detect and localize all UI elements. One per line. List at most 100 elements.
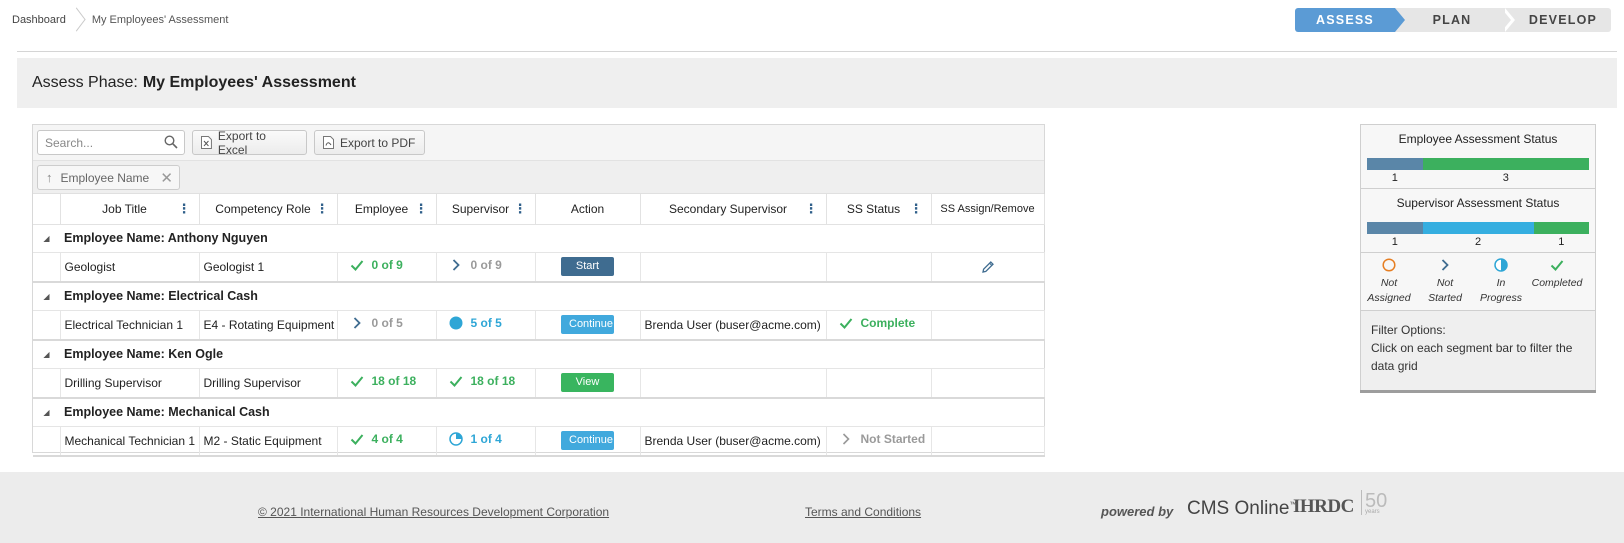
copyright-link[interactable]: © 2021 International Human Resources Dev… — [258, 505, 609, 519]
export-excel-button[interactable]: Export to Excel — [192, 129, 307, 157]
supervisor-status-segment-label: 2 — [1474, 236, 1482, 248]
column-header-label: Competency Role — [215, 201, 311, 216]
column-header-secondary-supervisor[interactable]: Secondary Supervisor ⋮ — [640, 194, 827, 225]
group-row: ◢ Employee Name: Mechanical Cash — [33, 398, 1044, 427]
supervisor-status-title: Supervisor Assessment Status — [1396, 196, 1560, 210]
phase-develop[interactable]: DEVELOP — [1503, 8, 1611, 32]
page-title-prefix: Assess Phase: — [32, 74, 138, 91]
open-circle-icon — [1382, 258, 1396, 272]
legend-not-started: Not Started — [1417, 253, 1473, 310]
action-cell: Continue — [535, 426, 641, 457]
employee-status-bar — [1367, 158, 1589, 170]
continue-button[interactable]: Continue — [561, 431, 614, 451]
header-divider — [17, 51, 1617, 52]
supervisor-status[interactable]: 0 of 9 — [441, 258, 502, 272]
phase-label: ASSESS — [1316, 13, 1374, 27]
employee-status-cell: 4 of 4 — [337, 426, 437, 457]
supervisor-status-segment-label: 1 — [1558, 236, 1565, 248]
employee-status-segment[interactable] — [1422, 158, 1589, 170]
employee-status[interactable]: 4 of 4 — [342, 432, 403, 446]
column-header-ss-status[interactable]: SS Status ⋮ — [826, 194, 932, 225]
view-button[interactable]: View — [561, 373, 614, 393]
job-title-cell: Mechanical Technician 1 — [60, 426, 200, 457]
employee-status[interactable]: 18 of 18 — [342, 374, 416, 388]
column-menu-icon[interactable]: ⋮ — [514, 202, 527, 215]
terms-link[interactable]: Terms and Conditions — [805, 505, 921, 519]
breadcrumb-dashboard-link[interactable]: Dashboard — [12, 14, 66, 26]
column-header-action: Action — [535, 194, 641, 225]
phase-plan[interactable]: PLAN — [1395, 8, 1515, 32]
ss-assign-cell — [931, 426, 1045, 457]
legend-label: Completed — [1531, 277, 1583, 289]
filter-options-title: Filter Options: — [1371, 323, 1446, 337]
chevron-right-icon — [452, 259, 460, 271]
powered-by-text: powered by — [1101, 504, 1174, 519]
column-header-supervisor[interactable]: Supervisor ⋮ — [436, 194, 536, 225]
row-gutter — [33, 310, 61, 341]
pencil-icon[interactable] — [981, 260, 995, 274]
column-menu-icon[interactable]: ⋮ — [316, 202, 329, 215]
competency-role-cell: Geologist 1 — [199, 252, 338, 283]
column-header-job-title[interactable]: Job Title ⋮ — [60, 194, 200, 225]
ss-status: Complete — [831, 316, 916, 331]
column-header-employee[interactable]: Employee ⋮ — [337, 194, 437, 225]
search-input[interactable]: Search... — [37, 130, 185, 155]
group-by-chip[interactable]: ↑ Employee Name ✕ — [37, 165, 180, 190]
quarter-pie-icon — [448, 432, 463, 446]
group-row: ◢ Employee Name: Electrical Cash — [33, 282, 1044, 311]
job-title-cell: Geologist — [60, 252, 200, 283]
employee-status[interactable]: 0 of 9 — [342, 258, 403, 272]
supervisor-status-segment[interactable] — [1533, 222, 1589, 234]
chevron-right-icon — [1441, 259, 1449, 271]
employee-status-text: 0 of 9 — [371, 258, 403, 273]
column-menu-icon[interactable]: ⋮ — [910, 202, 923, 215]
phase-steps: ASSESS PLAN DEVELOP — [1295, 8, 1611, 32]
status-legend: Not Assigned Not Started In Progress Com… — [1361, 253, 1595, 311]
competency-role-cell: E4 - Rotating Equipment — [199, 310, 338, 341]
column-menu-icon[interactable]: ⋮ — [178, 202, 191, 215]
employee-status[interactable]: 0 of 5 — [342, 316, 403, 330]
supervisor-status-cell: 1 of 4 — [436, 426, 536, 457]
ss-status-text: Complete — [860, 316, 916, 331]
employee-status-cell: 18 of 18 — [337, 368, 437, 399]
supervisor-status-text: 0 of 9 — [470, 258, 502, 273]
supervisor-status[interactable]: 18 of 18 — [441, 374, 516, 389]
supervisor-status[interactable]: 5 of 5 — [441, 316, 502, 330]
table-row: Geologist Geologist 1 0 of 9 0 of 9 Star… — [33, 252, 1045, 283]
export-pdf-button[interactable]: Export to PDF — [314, 130, 425, 155]
search-icon[interactable] — [164, 135, 178, 149]
ss-status-cell: Not Started — [826, 426, 932, 457]
phase-label: PLAN — [1432, 13, 1472, 27]
table-row: Mechanical Technician 1 M2 - Static Equi… — [33, 426, 1045, 457]
collapse-caret-icon[interactable]: ◢ — [33, 224, 60, 253]
table-header-row: Job Title ⋮ Competency Role ⋮ Employee ⋮ Su… — [33, 194, 1045, 225]
employee-status-segment[interactable] — [1367, 158, 1423, 170]
collapse-caret-icon[interactable]: ◢ — [33, 282, 60, 311]
action-cell: Continue — [535, 310, 641, 341]
column-header-label: SS Assign/Remove — [940, 202, 1035, 215]
start-button[interactable]: Start — [561, 257, 614, 277]
pdf-icon — [323, 136, 334, 149]
ss-assign-cell — [931, 368, 1045, 399]
group-by-chip-label: Employee Name — [60, 170, 150, 185]
collapse-caret-icon[interactable]: ◢ — [33, 340, 60, 369]
supervisor-status-text: 18 of 18 — [470, 374, 516, 389]
column-menu-icon[interactable]: ⋮ — [805, 202, 818, 215]
row-gutter — [33, 368, 61, 399]
supervisor-status-cell: 0 of 9 — [436, 252, 536, 283]
column-menu-icon[interactable]: ⋮ — [415, 202, 428, 215]
phase-assess[interactable]: ASSESS — [1295, 8, 1405, 32]
sort-up-icon[interactable]: ↑ — [46, 170, 53, 185]
legend-completed: Completed — [1529, 253, 1585, 310]
supervisor-status-segment[interactable] — [1367, 222, 1423, 234]
remove-group-icon[interactable]: ✕ — [160, 169, 173, 187]
legend-not-assigned: Not Assigned — [1361, 253, 1417, 310]
supervisor-status-segment[interactable] — [1422, 222, 1534, 234]
supervisor-status[interactable]: 1 of 4 — [441, 432, 502, 446]
collapse-caret-icon[interactable]: ◢ — [33, 398, 60, 427]
group-row: ◢ Employee Name: Ken Ogle — [33, 340, 1044, 369]
ss-assign-cell — [931, 310, 1045, 341]
grid-toolbar: Search... Export to Excel Export to PDF — [33, 125, 1044, 161]
continue-button[interactable]: Continue — [561, 315, 614, 335]
column-header-competency-role[interactable]: Competency Role ⋮ — [199, 194, 338, 225]
